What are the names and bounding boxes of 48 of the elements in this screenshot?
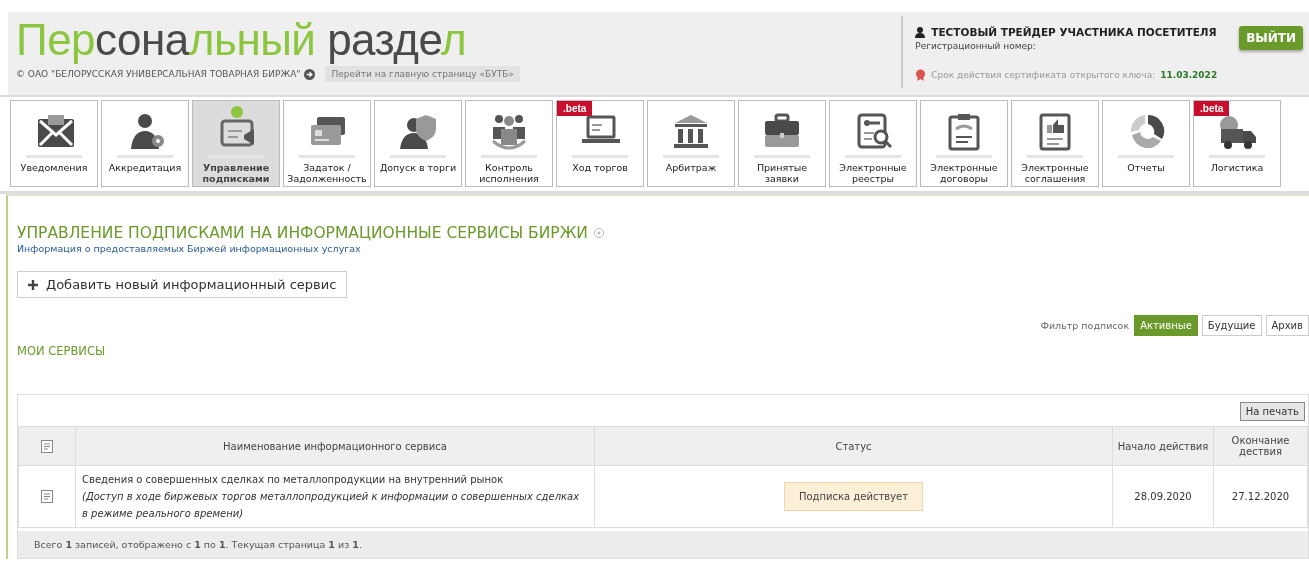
column-header: Статус: [594, 426, 1113, 466]
print-button[interactable]: На печать: [1239, 402, 1305, 421]
nav-tile[interactable]: Управление подписками: [192, 100, 280, 187]
filter-button[interactable]: Архив: [1265, 315, 1309, 336]
section-title: МОИ СЕРВИСЫ: [17, 344, 107, 358]
certificate-expiry-date: 11.03.2022: [1160, 70, 1218, 80]
user-icon: [915, 26, 926, 38]
page-subtitle: Информация о предоставляемых Биржей информационных услугах: [17, 243, 362, 254]
filter-label: Фильтр подписок: [1040, 320, 1130, 331]
active-indicator: [231, 106, 243, 118]
nav-tile[interactable]: Принятые заявки: [738, 100, 826, 187]
nav-tile[interactable]: Аккредитация: [101, 100, 189, 187]
add-service-button[interactable]: Добавить новый информационный сервис: [17, 271, 348, 298]
pagination-summary: Всего 1 записей, отображено с 1 по 1. Текущая страница 1 из 1.: [34, 539, 362, 550]
nav-tile[interactable]: Задаток / Задолженность: [283, 100, 371, 187]
nav-tile[interactable]: Арбитраж: [647, 100, 735, 187]
site-title: Персональный раздел: [16, 16, 468, 64]
copyright-text: © ОАО "БЕЛОРУССКАЯ УНИВЕРСАЛЬНАЯ ТОВАРНАЯ БИРЖА": [16, 69, 301, 79]
certificate-icon: [915, 69, 927, 81]
beta-badge: .beta: [557, 101, 593, 116]
column-header: Наименование информационного сервиса: [75, 426, 595, 466]
nav-tile[interactable]: Электронные соглашения: [1011, 100, 1099, 187]
status-label: Подписка действует: [783, 482, 924, 511]
document-icon: [41, 439, 53, 453]
page-title: УПРАВЛЕНИЕ ПОДПИСКАМИ НА ИНФОРМАЦИОННЫЕ СЕРВИСЫ БИРЖИ: [17, 224, 588, 242]
user-name: ТЕСТОВЫЙ ТРЕЙДЕР УЧАСТНИКА ПОСЕТИТЕЛЯ: [931, 26, 1217, 38]
beta-badge: .beta: [1194, 101, 1230, 116]
document-icon: [41, 490, 53, 503]
nav-tile[interactable]: Допуск в торги: [374, 100, 462, 187]
table-cell: 27.12.2020: [1213, 465, 1308, 528]
column-header: Окончание дествия: [1213, 426, 1308, 466]
nav-tile[interactable]: Электронные договоры: [920, 100, 1008, 187]
nav-tile[interactable]: Отчеты: [1102, 100, 1190, 187]
table-cell: 28.09.2020: [1112, 465, 1214, 528]
filter-button[interactable]: Будущие: [1201, 315, 1262, 336]
nav-tile[interactable]: Электронные реестры: [829, 100, 917, 187]
certificate-expiry-label: Срок действия сертификата открытого ключа:: [931, 70, 1156, 80]
service-name: Сведения о совершенных сделках по металлопродукции на внутренний рынок: [82, 473, 505, 487]
nav-tile[interactable]: .beta Логистика: [1193, 100, 1281, 187]
nav-tile[interactable]: Контроль исполнения: [465, 100, 553, 187]
service-description: (Доступ в ходе биржевых торгов металлопродукцией к информации о совершенных сделках в режиме реального времени): [82, 490, 581, 521]
registration-label: Регистрационный номер:: [915, 41, 1037, 51]
arrow-circle-icon[interactable]: [304, 68, 316, 80]
nav-tile[interactable]: .beta Ход торгов: [556, 100, 644, 187]
column-header: Начало действия: [1112, 426, 1214, 466]
plus-icon: [28, 279, 38, 290]
home-link[interactable]: Перейти на главную страницу «БУТБ»: [325, 66, 520, 82]
nav-tile[interactable]: Уведомления: [10, 100, 98, 187]
